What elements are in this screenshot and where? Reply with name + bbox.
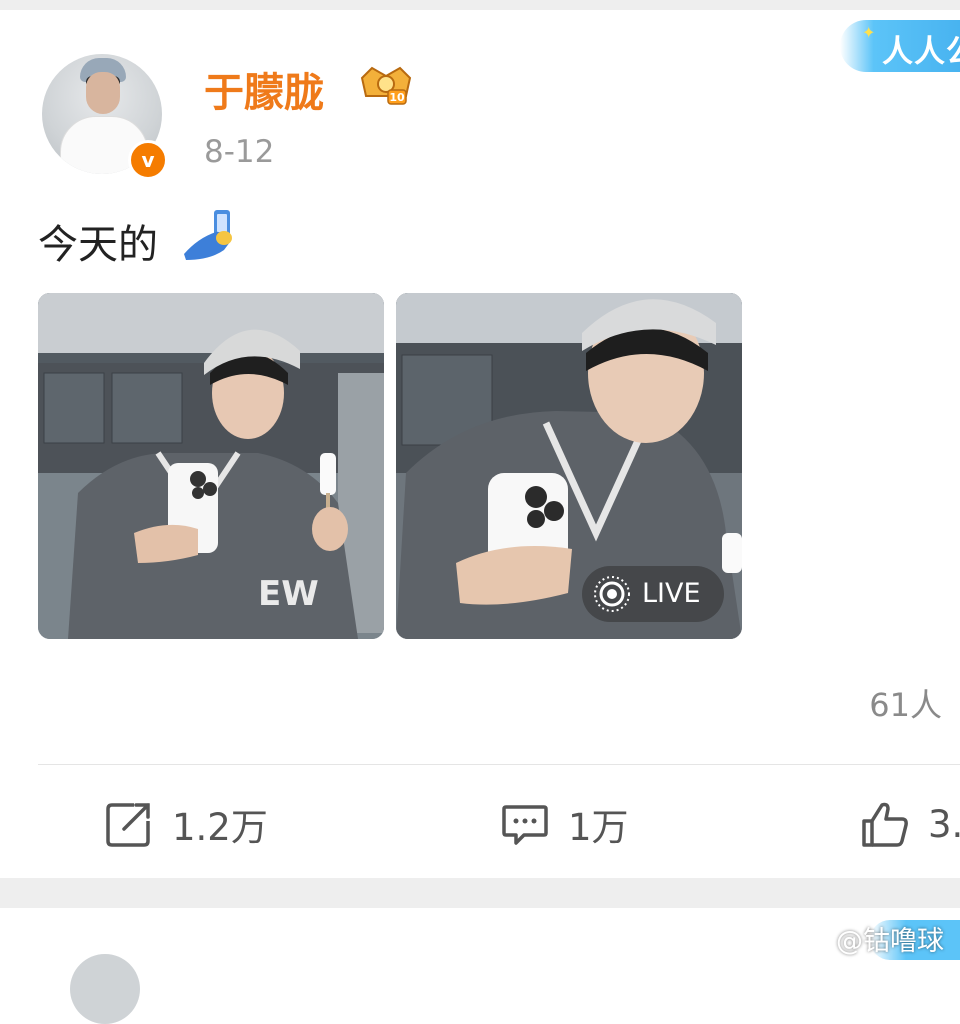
- like-count: 3.: [928, 802, 960, 846]
- svg-text:10: 10: [389, 91, 405, 104]
- repost-count: 1.2万: [172, 806, 268, 849]
- crown-icon[interactable]: 10: [356, 60, 416, 108]
- live-photo-icon: [594, 576, 630, 612]
- live-photo-badge[interactable]: LIVE: [582, 566, 724, 622]
- comment-button[interactable]: 1万: [500, 798, 629, 850]
- action-divider: [38, 764, 960, 765]
- next-post-avatar[interactable]: [70, 954, 140, 1024]
- post-date: 8-12: [204, 134, 275, 170]
- star-icon: ✦: [862, 23, 876, 42]
- svg-text:EW: EW: [258, 574, 319, 614]
- verified-icon: v: [128, 140, 168, 180]
- top-separator: [0, 0, 960, 10]
- like-button[interactable]: 3.: [860, 798, 960, 850]
- thumbs-up-icon: [862, 802, 908, 847]
- username[interactable]: 于朦胧: [204, 60, 324, 118]
- watermark-text: @钴噜球: [836, 925, 944, 957]
- card-separator: [0, 878, 960, 908]
- post-text: 今天的: [38, 222, 158, 268]
- comment-count: 1万: [568, 806, 629, 849]
- repost-icon: [106, 803, 150, 847]
- selfie-emoji-icon: [184, 210, 232, 260]
- fan-badge-banner[interactable]: ✦ 人人公: [840, 20, 960, 72]
- comment-icon: [502, 805, 548, 845]
- repost-button[interactable]: 1.2万: [104, 798, 268, 850]
- weibo-logo-icon: [798, 926, 831, 952]
- reader-count: 61人: [869, 686, 942, 724]
- fan-badge-text: 人人公: [882, 34, 960, 70]
- weibo-watermark: @钴噜球: [798, 920, 944, 957]
- post-photo-1[interactable]: EW: [38, 293, 384, 639]
- live-label: LIVE: [642, 578, 701, 609]
